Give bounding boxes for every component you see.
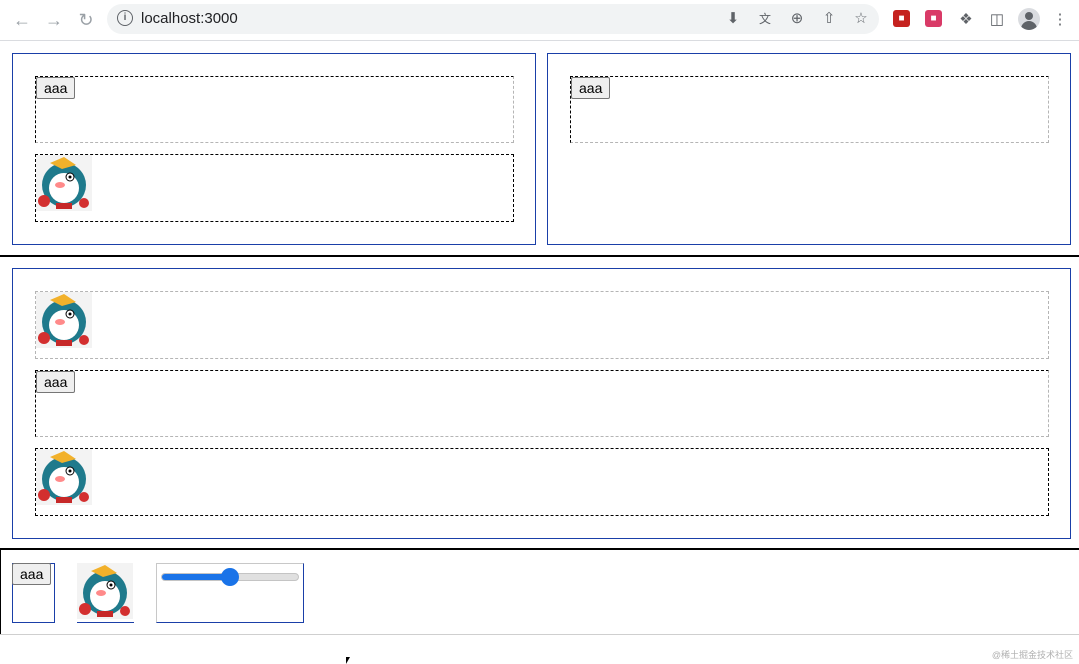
doraemon-image[interactable]	[77, 563, 133, 619]
aaa-button[interactable]: aaa	[571, 77, 611, 99]
drop-slot[interactable]: aaa	[35, 76, 514, 143]
drop-slot[interactable]: aaa	[35, 370, 1049, 437]
kebab-menu-icon[interactable]: ⋮	[1050, 9, 1070, 29]
share-icon[interactable]: ⇧	[819, 8, 839, 28]
drop-slot[interactable]	[35, 154, 514, 222]
slider-thumb[interactable]	[221, 568, 239, 586]
panel-top-left: aaa	[12, 53, 536, 245]
palette-slider-item[interactable]	[156, 563, 304, 623]
info-icon[interactable]: i	[117, 10, 133, 26]
drop-slot[interactable]	[35, 291, 1049, 359]
back-arrow-icon[interactable]: ←	[11, 9, 33, 31]
zoom-icon[interactable]: ⊕	[787, 8, 807, 28]
palette-button-item[interactable]: aaa	[12, 563, 55, 623]
aaa-button[interactable]: aaa	[12, 563, 52, 585]
section-divider	[0, 255, 1079, 257]
side-panel-icon[interactable]: ◫	[987, 9, 1007, 29]
puzzle-icon[interactable]: ❖	[956, 9, 976, 29]
component-palette: aaa	[0, 550, 1079, 634]
install-app-icon[interactable]: ⬇	[723, 8, 743, 28]
extension-2-icon[interactable]: ■	[925, 10, 942, 27]
panel-top-right: aaa	[547, 53, 1071, 245]
watermark: @稀土掘金技术社区	[991, 650, 1073, 660]
aaa-button[interactable]: aaa	[36, 371, 76, 393]
drop-slot[interactable]	[35, 448, 1049, 516]
profile-icon[interactable]	[1018, 8, 1040, 30]
address-bar[interactable]: i localhost:3000 ⬇ 文 ⊕ ⇧ ☆	[107, 4, 879, 34]
drop-slot[interactable]: aaa	[570, 76, 1049, 143]
extension-1-icon[interactable]: ■	[893, 10, 910, 27]
translate-icon[interactable]: 文	[755, 8, 775, 28]
aaa-button[interactable]: aaa	[36, 77, 76, 99]
doraemon-image[interactable]	[36, 292, 92, 348]
url-text[interactable]: localhost:3000	[141, 10, 238, 27]
palette-image-item[interactable]	[77, 563, 134, 623]
doraemon-image[interactable]	[36, 449, 92, 505]
page-bottom-divider	[0, 634, 1079, 635]
star-icon[interactable]: ☆	[851, 8, 871, 28]
browser-toolbar: ← → ↻ i localhost:3000 ⬇ 文 ⊕ ⇧ ☆ ■ ■ ❖ ◫…	[0, 0, 1079, 41]
doraemon-image[interactable]	[36, 155, 92, 211]
mouse-cursor-icon	[346, 657, 350, 664]
reload-icon[interactable]: ↻	[75, 9, 97, 31]
range-slider[interactable]	[161, 568, 299, 586]
forward-arrow-icon[interactable]: →	[43, 9, 65, 31]
panel-middle: aaa	[12, 268, 1071, 539]
